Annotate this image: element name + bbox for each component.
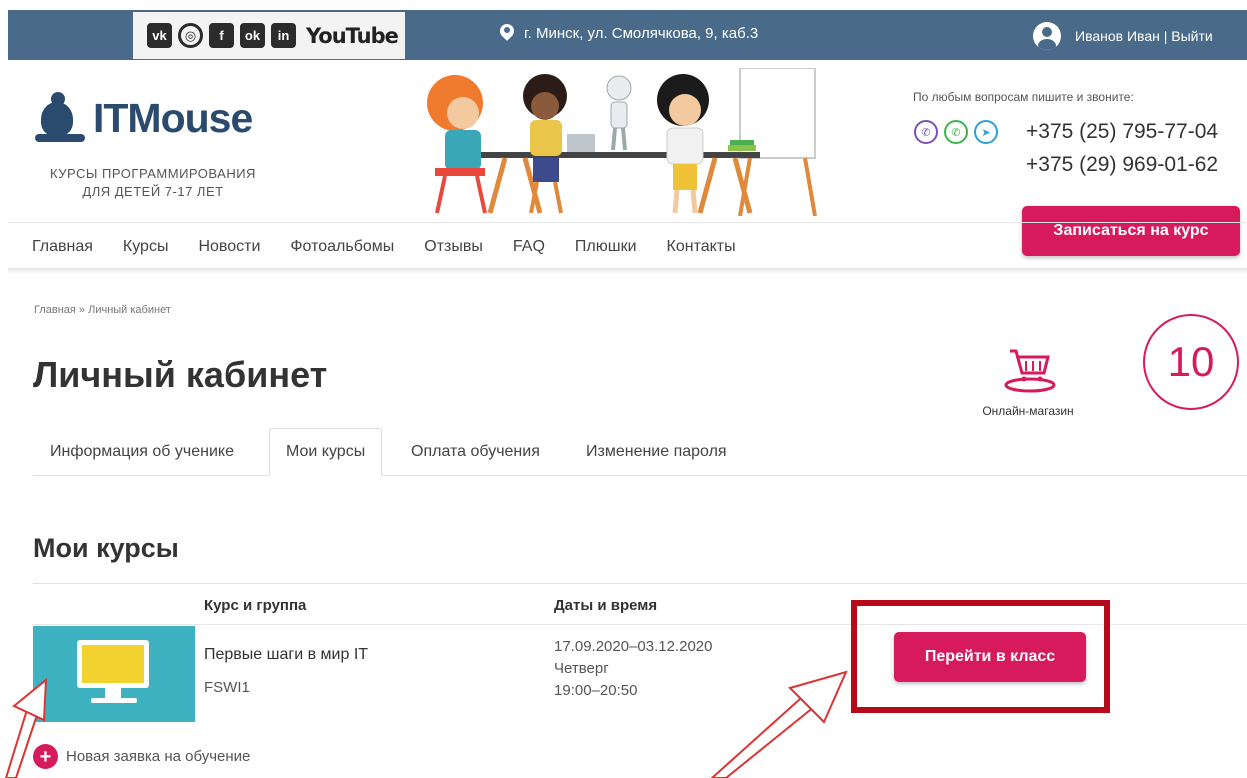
location-pin-icon [500,24,514,42]
highlight-box [851,600,1110,713]
course-dates: 17.09.2020–03.12.2020 [554,638,713,655]
new-request-label: Новая заявка на обучение [66,748,251,765]
vk-icon[interactable]: vk [147,23,172,48]
course-thumbnail [33,626,195,722]
monitor-icon [77,640,149,703]
site-logo[interactable]: ITMouse [35,92,253,144]
online-shop-label: Онлайн-магазин [982,404,1074,418]
shopping-cart-icon [1004,349,1056,393]
arrow-right [710,670,848,778]
tagline-line-1: КУРСЫ ПРОГРАММИРОВАНИЯ [50,166,256,181]
linkedin-icon[interactable]: in [271,23,296,48]
tab-my-courses[interactable]: Мои курсы [269,428,383,476]
nav-reviews[interactable]: Отзывы [424,238,483,256]
tagline: КУРСЫ ПРОГРАММИРОВАНИЯ ДЛЯ ДЕТЕЙ 7-17 ЛЕ… [38,165,268,201]
nav-divider [8,222,1247,223]
main-nav: Главная Курсы Новости Фотоальбомы Отзывы… [32,238,766,256]
messenger-icons: ✆ ✆ ➤ [914,120,998,144]
course-name: Первые шаги в мир IT [204,646,369,663]
new-request-link[interactable]: + Новая заявка на обучение [33,744,250,769]
youtube-link[interactable]: YouTube [306,24,399,48]
course-schedule: 17.09.2020–03.12.2020 Четверг 19:00–20:5… [554,636,713,702]
tagline-line-2: ДЛЯ ДЕТЕЙ 7-17 ЛЕТ [82,184,224,199]
enroll-button[interactable]: Записаться на курс [1022,206,1240,256]
online-shop-link[interactable]: Онлайн-магазин [963,345,1093,418]
course-group: FSWI1 [204,679,250,696]
nav-courses[interactable]: Курсы [123,238,169,256]
section-title: Мои курсы [33,533,179,563]
nav-news[interactable]: Новости [198,238,260,256]
nav-shadow [8,268,1247,274]
header-dates-time: Даты и время [554,597,658,614]
page-title: Личный кабинет [33,354,328,395]
nav-faq[interactable]: FAQ [513,238,545,256]
nav-perks[interactable]: Плюшки [575,238,637,256]
address: г. Минск, ул. Смолячкова, 9, каб.3 [500,24,758,42]
user-avatar-icon [1033,22,1061,50]
points-badge: 10 [1143,314,1239,410]
user-name-logout[interactable]: Иванов Иван | Выйти [1075,28,1213,44]
mouse-logo-icon [35,92,85,144]
breadcrumb[interactable]: Главная » Личный кабинет [34,304,171,316]
course-time: 19:00–20:50 [554,682,638,699]
user-menu[interactable]: Иванов Иван | Выйти [1033,22,1213,50]
phone-2[interactable]: +375 (29) 969-01-62 [1026,153,1218,177]
logo-text: ITMouse [93,94,253,141]
plus-icon: + [33,744,58,769]
viber-icon[interactable]: ✆ [914,120,938,144]
table-top-divider [33,583,1247,584]
address-text: г. Минск, ул. Смолячкова, 9, каб.3 [524,24,759,42]
telegram-icon[interactable]: ➤ [974,120,998,144]
whatsapp-icon[interactable]: ✆ [944,120,968,144]
social-links: vk ◎ f ok in YouTube [133,12,405,59]
facebook-icon[interactable]: f [209,23,234,48]
contact-note: По любым вопросам пишите и звоните: [913,90,1134,104]
header-course-group: Курс и группа [204,597,307,614]
instagram-icon[interactable]: ◎ [178,23,203,48]
nav-home[interactable]: Главная [32,238,93,256]
tab-student-info[interactable]: Информация об ученике [50,428,234,476]
tab-change-password[interactable]: Изменение пароля [586,428,727,476]
tab-payment[interactable]: Оплата обучения [411,428,540,476]
nav-contacts[interactable]: Контакты [667,238,736,256]
course-day: Четверг [554,660,609,677]
kids-coding-illustration [427,68,817,216]
phone-1[interactable]: +375 (25) 795-77-04 [1026,120,1218,144]
odnoklassniki-icon[interactable]: ok [240,23,265,48]
nav-photos[interactable]: Фотоальбомы [290,238,394,256]
